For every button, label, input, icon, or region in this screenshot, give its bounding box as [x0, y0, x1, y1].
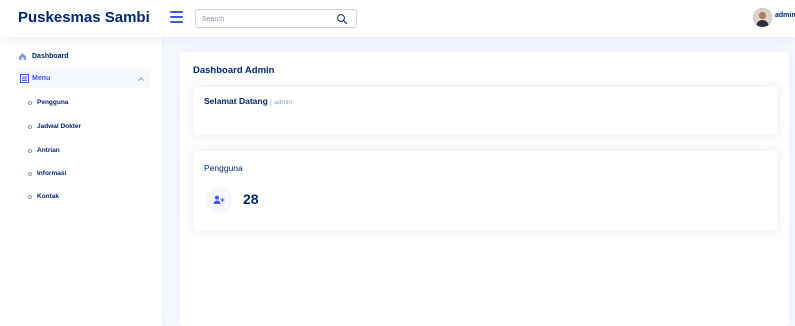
submenu-item-label: Pengguna	[37, 99, 69, 106]
sidebar: Dashboard Menu Pengguna Jadwal Dokter An…	[0, 37, 162, 326]
sidebar-toggle-icon[interactable]	[170, 11, 183, 23]
bullet-icon	[28, 148, 32, 153]
sidebar-item-menu[interactable]: Menu	[16, 69, 151, 88]
submenu-item-jadwal-dokter[interactable]: Jadwal Dokter	[28, 123, 81, 130]
dashboard-card: Dashboard Admin Selamat Datang | admin P…	[180, 52, 789, 326]
sidebar-item-label: Menu	[32, 75, 51, 82]
submenu-item-label: Antrian	[37, 147, 60, 154]
welcome-separator: |	[270, 99, 272, 106]
sidebar-item-label: Dashboard	[32, 53, 69, 60]
page-title: Dashboard Admin	[193, 65, 275, 76]
search-input[interactable]	[202, 12, 332, 26]
chevron-up-icon[interactable]	[137, 75, 145, 83]
stat-title: Pengguna	[204, 163, 243, 173]
stat-value: 28	[243, 191, 259, 207]
bullet-icon	[28, 194, 32, 199]
submenu-item-informasi[interactable]: Informasi	[28, 170, 66, 177]
search-bar	[195, 9, 357, 28]
grid-icon	[19, 53, 26, 60]
submenu-item-kontak[interactable]: Kontak	[28, 193, 59, 200]
submenu-item-label: Informasi	[37, 170, 67, 177]
menu-icon	[20, 74, 29, 83]
welcome-title: Selamat Datang	[204, 96, 268, 106]
bullet-icon	[28, 171, 32, 176]
submenu-item-label: Kontak	[37, 193, 60, 200]
bullet-icon	[28, 124, 32, 129]
top-header: Puskesmas Sambi admin	[0, 0, 795, 37]
bullet-icon	[28, 100, 32, 105]
stat-card-pengguna: Pengguna 28	[193, 151, 777, 231]
welcome-heading: Selamat Datang | admin	[204, 96, 292, 106]
submenu-item-label: Jadwal Dokter	[37, 123, 82, 130]
welcome-user: admin	[274, 99, 292, 106]
submenu-item-antrian[interactable]: Antrian	[28, 147, 60, 154]
submenu-item-pengguna[interactable]: Pengguna	[28, 99, 68, 106]
search-icon[interactable]	[336, 13, 348, 25]
user-avatar[interactable]	[753, 8, 772, 27]
sidebar-item-dashboard[interactable]: Dashboard	[18, 52, 69, 61]
stat-icon-wrapper	[206, 187, 232, 213]
people-plus-icon	[213, 195, 225, 204]
user-name[interactable]: admin	[775, 12, 795, 19]
welcome-card: Selamat Datang | admin	[193, 87, 777, 135]
app-logo[interactable]: Puskesmas Sambi	[18, 9, 150, 26]
